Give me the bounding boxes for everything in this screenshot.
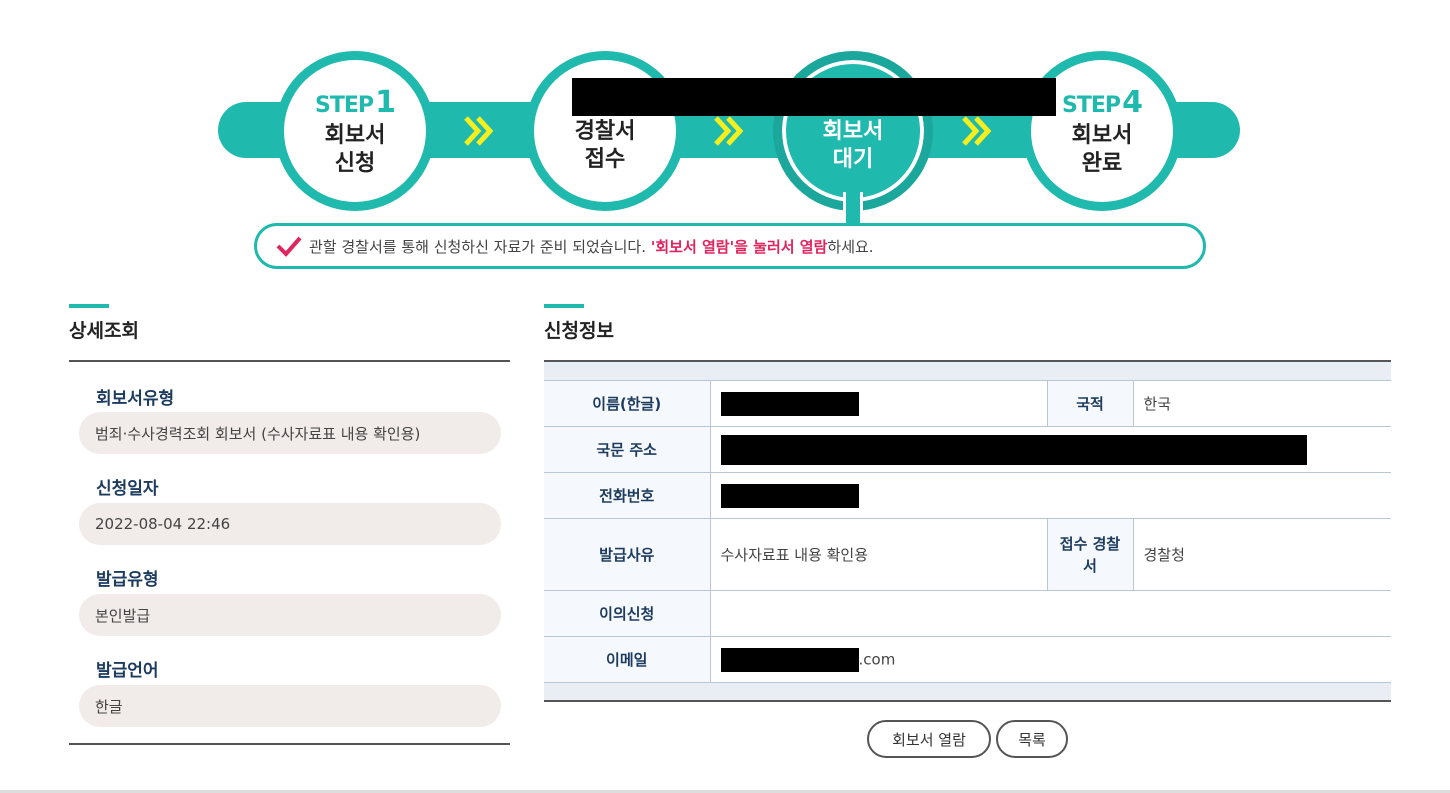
step-3: 회보서 대기: [773, 51, 933, 211]
chevron-double-right-icon: [714, 116, 744, 146]
step-2: 경찰서 접수: [525, 51, 685, 211]
step-word: STEP: [1062, 92, 1121, 118]
email-value: .com: [710, 636, 1391, 683]
email-suffix: .com: [858, 650, 896, 668]
name-label: 이름(한글): [544, 380, 711, 427]
step-1-title: 회보서 신청: [325, 122, 386, 178]
detail-heading: 상세조회: [69, 320, 139, 342]
step-title-line: 대기: [832, 147, 874, 172]
section-accent-bar: [544, 304, 584, 308]
name-value: [710, 380, 1047, 427]
station-value: 경찰청: [1133, 518, 1391, 591]
redaction-block: [720, 434, 1307, 465]
table-row: 발급사유 수사자료표 내용 확인용 접수 경찰서 경찰청: [544, 518, 1391, 591]
phone-label: 전화번호: [544, 472, 711, 519]
step-title-line: 회보서: [1071, 122, 1133, 148]
chevron-double-right-icon: [962, 116, 992, 146]
table-row: 국문 주소: [544, 426, 1391, 473]
info-heading: 신청정보: [544, 320, 614, 342]
notice-text: 관할 경찰서를 통해 신청하신 자료가 준비 되었습니다.: [309, 237, 651, 256]
step-4-title: 회보서 완료: [1072, 122, 1133, 178]
table-row: 이메일 .com: [544, 636, 1391, 683]
notice-text-end: 하세요.: [827, 237, 874, 256]
step-1-number: STEP 1: [315, 84, 396, 120]
status-notice: 관할 경찰서를 통해 신청하신 자료가 준비 되었습니다. '회보서 열람'을 …: [254, 223, 1206, 269]
step-title-line: 신청: [334, 150, 376, 176]
step-title-line: 완료: [1081, 150, 1123, 176]
redaction-block: [572, 78, 1056, 116]
field-value-issue-type: 본인발급: [79, 594, 501, 636]
step-3-title: 회보서 대기: [823, 118, 884, 174]
field-label-issue-type: 발급유형: [96, 570, 159, 590]
field-value-issue-language: 한글: [79, 685, 501, 727]
step-title-line: 회보서: [324, 122, 386, 148]
step-num: 4: [1122, 84, 1143, 120]
field-label-apply-date: 신청일자: [96, 479, 159, 499]
step-title-line: 접수: [584, 147, 626, 172]
field-value-report-type: 범죄·수사경력조회 회보서 (수사자료표 내용 확인용): [79, 412, 501, 454]
notice-highlight: '회보서 열람'을 눌러서 열람: [650, 237, 828, 256]
step-4-number: STEP 4: [1062, 84, 1143, 120]
redaction-block: [720, 647, 859, 672]
application-info-table: 이름(한글) 국적 한국 국문 주소 전화번호 발급사유 수사자료표 내용 확인…: [544, 360, 1391, 702]
nationality-label: 국적: [1046, 380, 1134, 427]
phone-value: [710, 472, 1391, 519]
station-label: 접수 경찰서: [1046, 518, 1134, 591]
list-button[interactable]: 목록: [996, 720, 1068, 758]
redaction-block: [720, 391, 859, 416]
reason-value: 수사자료표 내용 확인용: [710, 518, 1047, 591]
progress-steps: STEP 1 회보서 신청 경찰서 접수 회보서 대기 STEP 4 회보서 완…: [0, 0, 1450, 275]
table-row: 전화번호: [544, 472, 1391, 519]
field-value-apply-date: 2022-08-04 22:46: [79, 503, 501, 545]
step-title-line: 경찰서: [574, 119, 636, 144]
step-word: STEP: [315, 92, 374, 118]
step-title-line: 회보서: [822, 119, 884, 144]
view-report-button[interactable]: 회보서 열람: [867, 720, 991, 758]
chevron-double-right-icon: [464, 116, 494, 146]
step-4: STEP 4 회보서 완료: [1022, 51, 1182, 211]
table-row: 이름(한글) 국적 한국: [544, 380, 1391, 427]
step-num: 1: [375, 84, 396, 120]
step-1: STEP 1 회보서 신청: [275, 51, 435, 211]
objection-value: [710, 590, 1391, 637]
table-row: 이의신청: [544, 590, 1391, 637]
detail-panel: 회보서유형 범죄·수사경력조회 회보서 (수사자료표 내용 확인용) 신청일자 …: [69, 360, 510, 745]
address-label: 국문 주소: [544, 426, 711, 473]
email-label: 이메일: [544, 636, 711, 683]
reason-label: 발급사유: [544, 518, 711, 591]
field-label-issue-language: 발급언어: [96, 661, 159, 681]
section-accent-bar: [69, 304, 109, 308]
objection-label: 이의신청: [544, 590, 711, 637]
check-icon: [276, 236, 302, 257]
nationality-value: 한국: [1133, 380, 1391, 427]
step-2-title: 경찰서 접수: [575, 118, 636, 174]
field-label-report-type: 회보서유형: [96, 389, 175, 409]
address-value: [710, 426, 1391, 473]
redaction-block: [720, 483, 859, 508]
